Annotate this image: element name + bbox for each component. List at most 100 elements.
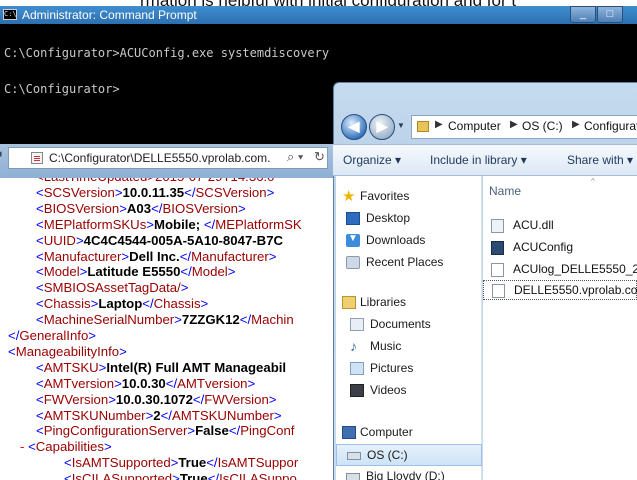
collapse-toggle[interactable]: - bbox=[20, 439, 28, 454]
address-bar[interactable]: C:\Configurator\DELLE5550.vprolab.com. ⌕… bbox=[8, 147, 328, 169]
xml-bracket: </ bbox=[203, 216, 216, 232]
nav-os-drive[interactable]: OS (C:) bbox=[336, 444, 482, 466]
organize-menu[interactable]: Organize ▾ bbox=[343, 153, 401, 167]
xml-line: <MachineSerialNumber>7ZZGK12</Machin bbox=[36, 312, 294, 328]
nav-favorites[interactable]: ★ Favorites bbox=[336, 186, 482, 208]
xml-file-icon bbox=[492, 284, 505, 298]
xml-line: <IsAMTSupported>True</IsAMTSuppor bbox=[64, 455, 298, 471]
cmd-line: C:\Configurator>ACUConfig.exe systemdisc… bbox=[4, 46, 330, 60]
back-button[interactable]: ◀ bbox=[341, 114, 367, 140]
xml-bracket: </ bbox=[180, 264, 192, 280]
share-with-menu[interactable]: Share with ▾ bbox=[567, 153, 633, 167]
breadcrumb-configurator[interactable]: Configurat bbox=[584, 119, 637, 133]
column-header-name[interactable]: Name bbox=[489, 184, 521, 198]
include-in-library-menu[interactable]: Include in library ▾ bbox=[430, 153, 527, 167]
xml-bracket: </ bbox=[228, 423, 241, 439]
xml-bracket: > bbox=[227, 264, 236, 280]
navigation-pane: ★ Favorites Desktop Downloads Recent Pla… bbox=[336, 176, 482, 480]
browser-window[interactable]: ◂ C:\Configurator\DELLE5550.vprolab.com.… bbox=[0, 144, 345, 480]
maximize-button[interactable]: □ bbox=[597, 6, 623, 23]
exe-icon bbox=[491, 241, 504, 255]
back-arrow-icon[interactable]: ◂ bbox=[0, 147, 6, 165]
desktop-icon bbox=[346, 212, 360, 225]
xml-tag: PingConf bbox=[240, 423, 295, 439]
nav-recent-places[interactable]: Recent Places bbox=[336, 252, 482, 274]
nav-label: Desktop bbox=[366, 211, 411, 225]
xml-bracket: > bbox=[247, 375, 256, 391]
cmd-title-bar[interactable]: C:\ Administrator: Command Prompt _ □ bbox=[0, 6, 637, 24]
xml-bracket: > bbox=[88, 328, 96, 343]
xml-bracket: < bbox=[36, 216, 44, 232]
nav-big-lloydy-drive[interactable]: Big Lloydy (D:) bbox=[336, 466, 482, 480]
file-item[interactable]: ACUlog_DELLE5550_201 bbox=[483, 260, 637, 280]
nav-libraries[interactable]: Libraries bbox=[336, 292, 482, 314]
xml-bracket: < bbox=[36, 264, 44, 280]
xml-tag: UUID bbox=[43, 232, 76, 248]
xml-value: 7ZZGK12 bbox=[181, 312, 240, 328]
nav-documents[interactable]: Documents bbox=[336, 314, 482, 336]
xml-line: <PingConfigurationServer>False</PingConf bbox=[36, 423, 294, 439]
xml-bracket: > bbox=[114, 375, 122, 391]
xml-tag: IsAMTSuppor bbox=[217, 455, 299, 471]
nav-videos[interactable]: Videos bbox=[336, 380, 482, 402]
xml-bracket: > bbox=[266, 184, 275, 200]
xml-bracket: </ bbox=[184, 184, 196, 200]
xml-tag: AMTSKUNumber bbox=[171, 407, 274, 423]
xml-bracket: </ bbox=[206, 455, 218, 471]
xml-bracket: < bbox=[36, 359, 44, 375]
xml-tag: SMBIOSAssetTagData/ bbox=[43, 280, 181, 296]
breadcrumb-os-drive[interactable]: OS (C:) bbox=[522, 119, 563, 133]
xml-tag: FWVersion bbox=[204, 391, 269, 407]
xml-value: True bbox=[178, 455, 207, 471]
nav-label: Pictures bbox=[370, 361, 414, 375]
cmd-icon: C:\ bbox=[3, 9, 17, 20]
xml-bracket: > bbox=[108, 391, 116, 407]
xml-tag: FWVersion bbox=[43, 391, 109, 407]
xml-bracket: </ bbox=[207, 471, 220, 480]
xml-value: 10.0.30 bbox=[121, 375, 166, 391]
xml-line: <ManageabilityInfo> bbox=[8, 344, 127, 360]
xml-bracket: </ bbox=[239, 312, 252, 328]
breadcrumb-separator-icon: ▶ bbox=[435, 119, 443, 130]
explorer-window[interactable]: ◀ ▶ ▼ ▶ Computer ▶ OS (C:) ▶ Configurat … bbox=[333, 82, 637, 480]
xml-bracket: > bbox=[237, 200, 246, 216]
xml-value: Laptop bbox=[98, 296, 143, 312]
nav-label: Downloads bbox=[366, 233, 426, 247]
xml-bracket: > bbox=[268, 391, 277, 407]
file-item-focused[interactable]: DELLE5550.vprolab.com bbox=[483, 280, 637, 300]
xml-line: <MEPlatformSKUs>Mobile; </MEPlatformSK bbox=[36, 217, 302, 233]
xml-tag: IsCILASupported bbox=[71, 471, 173, 480]
documents-icon bbox=[350, 318, 364, 331]
history-dropdown-icon[interactable]: ▼ bbox=[397, 121, 405, 130]
search-icon[interactable]: ⌕ ▾ bbox=[287, 149, 303, 165]
xml-line: <Model>Latitude E5550</Model> bbox=[36, 264, 235, 280]
xml-line: <SMBIOSAssetTagData/> bbox=[36, 280, 188, 296]
nav-desktop[interactable]: Desktop bbox=[336, 208, 482, 230]
xml-value: Latitude E5550 bbox=[87, 264, 181, 280]
nav-downloads[interactable]: Downloads bbox=[336, 230, 482, 252]
nav-music[interactable]: ♪ Music bbox=[336, 336, 482, 358]
forward-button[interactable]: ▶ bbox=[369, 114, 395, 140]
nav-label: Big Lloydy (D:) bbox=[366, 469, 445, 480]
xml-tag: BIOSVersion bbox=[162, 200, 238, 216]
xml-line: - <Capabilities> bbox=[20, 439, 112, 455]
xml-bracket: < bbox=[36, 391, 44, 407]
xml-tag: Capabilities bbox=[35, 439, 104, 455]
xml-value: A03 bbox=[126, 200, 152, 216]
xml-line: <Manufacturer>Dell Inc.</Manufacturer> bbox=[36, 249, 276, 265]
xml-bracket: < bbox=[36, 280, 44, 296]
xml-bracket: </ bbox=[8, 328, 20, 343]
file-item[interactable]: ACUConfig bbox=[483, 238, 637, 258]
nav-label: Videos bbox=[370, 383, 407, 397]
nav-computer[interactable]: Computer bbox=[336, 422, 482, 444]
xml-bracket: < bbox=[28, 439, 36, 455]
command-bar: Organize ▾ Include in library ▾ Share wi… bbox=[333, 144, 637, 176]
explorer-address-bar[interactable]: ▶ Computer ▶ OS (C:) ▶ Configurat bbox=[411, 115, 637, 139]
minimize-button[interactable]: _ bbox=[570, 6, 596, 23]
file-item[interactable]: ACU.dll bbox=[483, 216, 637, 236]
breadcrumb-computer[interactable]: Computer bbox=[448, 119, 501, 133]
nav-pictures[interactable]: Pictures bbox=[336, 358, 482, 380]
breadcrumb-separator-icon: ▶ bbox=[572, 119, 580, 130]
xml-bracket: </ bbox=[160, 407, 172, 423]
refresh-icon[interactable]: ↻ bbox=[314, 149, 325, 165]
